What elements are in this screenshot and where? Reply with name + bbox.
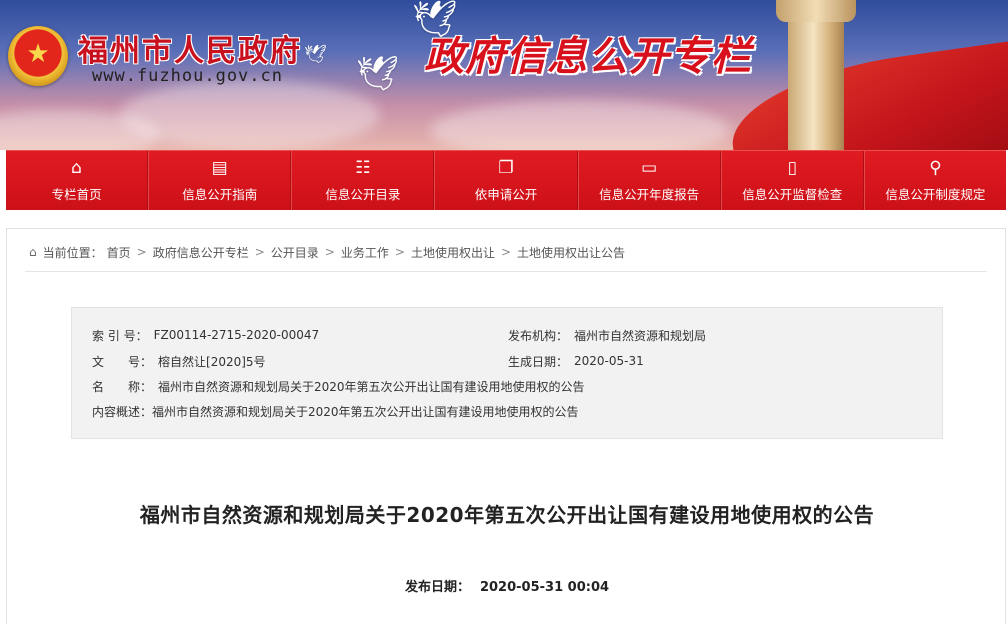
national-emblem-logo[interactable]: ★	[8, 26, 68, 86]
nav-item-label: 信息公开制度规定	[885, 187, 986, 202]
meta-value: 福州市自然资源和规划局	[574, 328, 707, 343]
nav-item-label: 信息公开指南	[182, 187, 258, 202]
home-icon: ⌂	[29, 245, 37, 259]
breadcrumb: ⌂ 当前位置： 首页 > 政府信息公开专栏 > 公开目录 > 业务工作 > 土地…	[29, 243, 625, 261]
meta-value: 2020-05-31	[574, 354, 644, 368]
supervision-icon: ▯	[787, 158, 797, 178]
breadcrumb-link[interactable]: 业务工作	[341, 244, 389, 261]
meta-label: 名 称：	[92, 379, 153, 394]
breadcrumb-link[interactable]: 公开目录	[271, 244, 319, 261]
breadcrumb-separator: >	[394, 245, 405, 259]
meta-label: 文 号：	[92, 354, 153, 369]
nav-item-catalog[interactable]: ☷ 信息公开目录	[291, 151, 435, 210]
meta-gen-date: 生成日期： 2020-05-31	[508, 352, 644, 370]
meta-value: 福州市自然资源和规划局关于2020年第五次公开出让国有建设用地使用权的公告	[158, 379, 585, 394]
home-icon: ⌂	[71, 158, 82, 178]
nav-item-annual-report[interactable]: ▭ 信息公开年度报告	[577, 151, 721, 210]
search-rule-icon: ⚲	[929, 158, 942, 178]
guide-doc-icon: ▤	[211, 158, 228, 178]
dove-icon: 🕊	[304, 44, 327, 65]
publish-date-label: 发布日期：	[404, 580, 470, 595]
document-meta-box: 索 引 号： FZ00114-2715-2020-00047 发布机构： 福州市…	[71, 307, 943, 439]
meta-label: 生成日期：	[508, 354, 569, 369]
publish-date-value: 2020-05-31 00:04	[479, 580, 610, 595]
site-name[interactable]: 福州市人民政府	[78, 26, 302, 70]
breadcrumb-separator: >	[254, 245, 265, 259]
nav-item-guide[interactable]: ▤ 信息公开指南	[148, 151, 292, 210]
meta-name: 名 称： 福州市自然资源和规划局关于2020年第五次公开出让国有建设用地使用权的…	[92, 377, 585, 395]
meta-value: 榕自然让[2020]5号	[158, 354, 266, 369]
document-icon: ❐	[498, 158, 514, 178]
publish-date: 发布日期： 2020-05-31 00:04	[7, 576, 1007, 595]
section-title: 政府信息公开专栏	[424, 34, 752, 80]
nav-item-supervision[interactable]: ▯ 信息公开监督检查	[720, 151, 864, 210]
meta-index: 索 引 号： FZ00114-2715-2020-00047	[92, 326, 319, 344]
meta-label: 索 引 号：	[92, 328, 148, 343]
red-ribbon-decoration	[723, 39, 1008, 150]
huabiao-column-decoration	[788, 0, 844, 150]
report-icon: ▭	[641, 158, 658, 178]
star-icon: ★	[26, 39, 50, 69]
meta-summary: 内容概述： 福州市自然资源和规划局关于2020年第五次公开出让国有建设用地使用权…	[92, 402, 579, 420]
catalog-icon: ☷	[355, 158, 371, 178]
cloud-decoration	[120, 80, 380, 150]
content-panel: ⌂ 当前位置： 首页 > 政府信息公开专栏 > 公开目录 > 业务工作 > 土地…	[6, 228, 1006, 624]
breadcrumb-link[interactable]: 首页	[107, 244, 131, 261]
header-banner: 🕊 🕊 🕊 ★ 福州市人民政府 www.fuzhou.gov.cn 政府信息公开…	[0, 0, 1008, 150]
nav-item-label: 信息公开目录	[325, 187, 401, 202]
meta-value: 福州市自然资源和规划局关于2020年第五次公开出让国有建设用地使用权的公告	[152, 404, 579, 419]
breadcrumb-prefix: 当前位置：	[42, 245, 103, 260]
breadcrumb-link[interactable]: 政府信息公开专栏	[153, 244, 249, 261]
breadcrumb-separator: >	[136, 245, 147, 259]
meta-label: 内容概述：	[92, 404, 153, 419]
breadcrumb-separator: >	[500, 245, 512, 259]
breadcrumb-link[interactable]: 土地使用权出让	[411, 244, 495, 261]
nav-item-label: 信息公开监督检查	[742, 187, 843, 202]
column-cap-decoration	[776, 0, 856, 22]
breadcrumb-link[interactable]: 土地使用权出让公告	[517, 244, 625, 261]
divider	[25, 271, 987, 272]
nav-item-home[interactable]: ⌂ 专栏首页	[6, 151, 149, 210]
breadcrumb-separator: >	[324, 245, 335, 259]
cloud-decoration	[430, 100, 730, 150]
meta-value: FZ00114-2715-2020-00047	[153, 328, 320, 342]
nav-item-regulations[interactable]: ⚲ 信息公开制度规定	[863, 151, 1006, 210]
site-url[interactable]: www.fuzhou.gov.cn	[92, 66, 283, 86]
dove-icon: 🕊	[356, 54, 400, 94]
nav-item-label: 依申请公开	[474, 187, 538, 202]
nav-item-label: 专栏首页	[51, 187, 102, 202]
article-title: 福州市自然资源和规划局关于2020年第五次公开出让国有建设用地使用权的公告	[139, 503, 875, 527]
main-nav: ⌂ 专栏首页 ▤ 信息公开指南 ☷ 信息公开目录 ❐ 依申请公开 ▭ 信息公开年…	[6, 150, 1006, 210]
meta-publisher: 发布机构： 福州市自然资源和规划局	[508, 326, 706, 344]
nav-item-apply[interactable]: ❐ 依申请公开	[434, 151, 578, 210]
meta-docno: 文 号： 榕自然让[2020]5号	[92, 352, 266, 370]
nav-item-label: 信息公开年度报告	[599, 187, 700, 202]
meta-label: 发布机构：	[508, 328, 569, 343]
